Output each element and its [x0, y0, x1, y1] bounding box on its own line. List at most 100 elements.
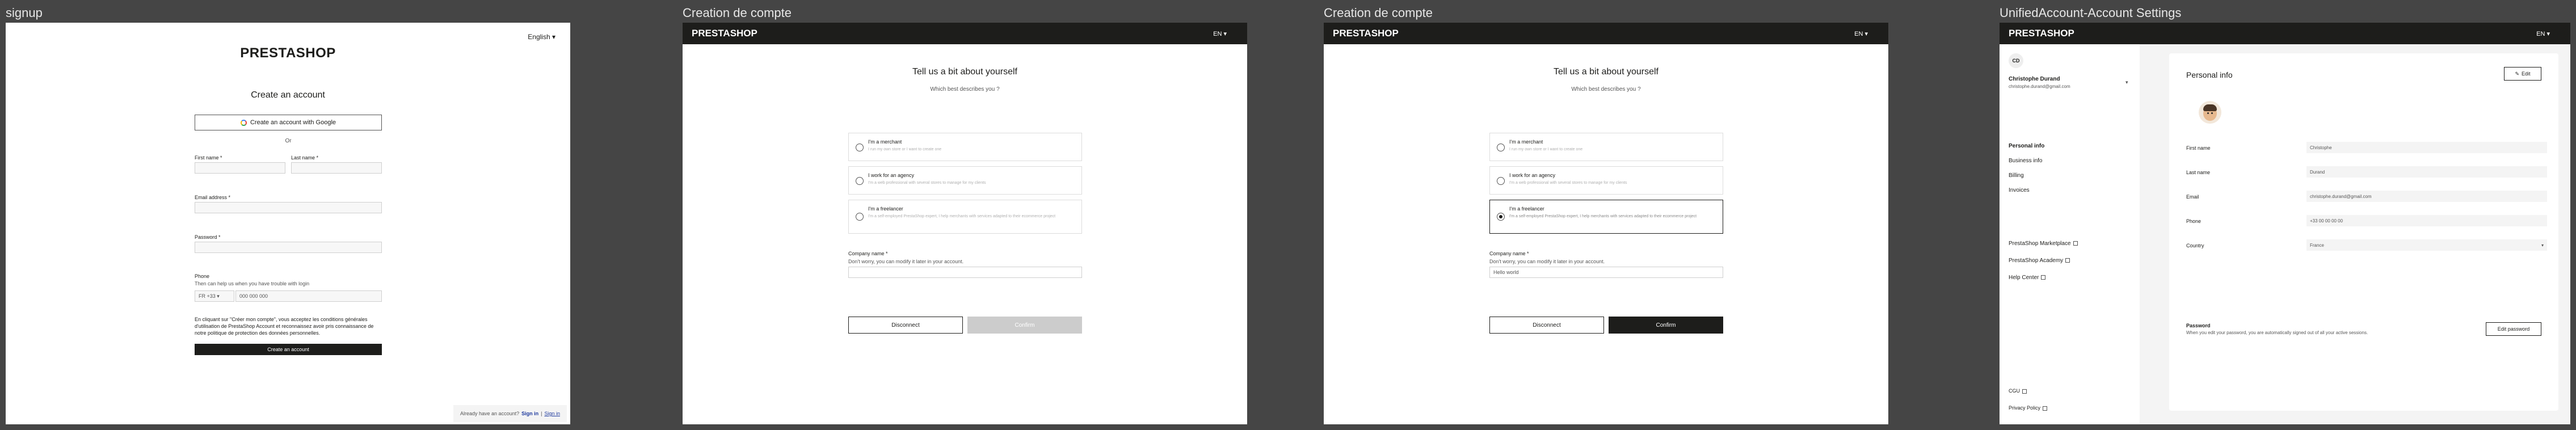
pencil-icon: ✎ — [2515, 70, 2520, 77]
footer-question: Already have an account? — [460, 411, 520, 416]
consent-text: En cliquant sur "Créer mon compte", vous… — [195, 317, 374, 336]
sidebar-item-invoices[interactable]: Invoices — [2009, 187, 2030, 193]
create-account-button[interactable]: Create an account — [195, 344, 382, 355]
option-merchant[interactable]: I'm a merchant I run my own store or I w… — [1489, 133, 1723, 161]
top-bar: PRESTASHOP EN ▾ — [2000, 23, 2570, 44]
edit-button-label: Edit — [2522, 71, 2531, 77]
sidebar-item-billing[interactable]: Billing — [2009, 172, 2024, 179]
field-value-email: christophe.durand@gmail.com — [2306, 191, 2547, 202]
company-name-hint: Don't worry, you can modify it later in … — [848, 259, 964, 264]
first-name-field[interactable] — [195, 162, 285, 174]
field-value-phone: +33 00 00 00 00 — [2306, 215, 2547, 226]
sidebar-item-personal-info[interactable]: Personal info — [2009, 143, 2044, 149]
field-label-email: Email — [2186, 194, 2199, 200]
radio-button[interactable] — [1497, 144, 1505, 151]
link-marketplace[interactable]: PrestaShop Marketplace — [2009, 241, 2078, 247]
option-merchant[interactable]: I'm a merchant I run my own store or I w… — [848, 133, 1082, 161]
google-signup-button[interactable]: Create an account with Google — [195, 115, 382, 130]
option-title: I'm a merchant — [1509, 139, 1543, 145]
company-name-hint: Don't worry, you can modify it later in … — [1489, 259, 1605, 264]
footer-sign-in-link[interactable]: Sign in — [521, 411, 538, 416]
frame-label-signup: signup — [6, 6, 43, 20]
company-name-value: Hello world — [1493, 269, 1519, 275]
radio-button[interactable] — [1497, 177, 1505, 185]
brand-logo: PRESTASHOP — [240, 45, 336, 61]
option-description: I'm a web professional with several stor… — [868, 181, 986, 185]
link-privacy-policy[interactable]: Privacy Policy — [2009, 405, 2048, 411]
link-label: PrestaShop Academy — [2009, 258, 2064, 264]
company-name-field[interactable]: Hello world — [1489, 267, 1723, 278]
option-description: I'm a self-employed PrestaShop expert, I… — [868, 214, 1056, 218]
link-label: Help Center — [2009, 275, 2039, 281]
avatar: CD — [2009, 53, 2023, 68]
company-name-label: Company name * — [1489, 251, 1529, 256]
sidebar-item-business-info[interactable]: Business info — [2009, 158, 2042, 164]
option-description: I'm a web professional with several stor… — [1509, 181, 1627, 185]
language-selector[interactable]: English ▾ — [528, 33, 555, 41]
phone-country-select[interactable]: FR +33 ▾ — [195, 290, 234, 302]
edit-button[interactable]: ✎ Edit — [2504, 67, 2541, 81]
option-freelancer[interactable]: I'm a freelancer I'm a self-employed Pre… — [848, 200, 1082, 234]
language-selector[interactable]: EN ▾ — [1854, 30, 1868, 37]
language-selector[interactable]: EN ▾ — [1213, 30, 1227, 37]
last-name-label: Last name * — [291, 155, 319, 161]
password-field[interactable] — [195, 242, 382, 253]
phone-hint: Then can help us when you have trouble w… — [195, 281, 310, 286]
edit-password-button[interactable]: Edit password — [2486, 322, 2541, 336]
external-link-icon — [2073, 241, 2078, 246]
google-icon — [240, 119, 247, 126]
avatar-eye — [2207, 112, 2209, 114]
last-name-field[interactable] — [291, 162, 382, 174]
or-separator: Or — [285, 138, 292, 144]
option-agency[interactable]: I work for an agency I'm a web professio… — [848, 166, 1082, 195]
frame-label-creation-1: Creation de compte — [683, 6, 792, 20]
password-label: Password * — [195, 234, 221, 240]
main-content: Personal info ✎ Edit First name Christop… — [2140, 44, 2570, 424]
user-name: Christophe Durand — [2009, 76, 2060, 82]
user-email: christophe.durand@gmail.com — [2009, 84, 2070, 89]
link-help-center[interactable]: Help Center — [2009, 275, 2046, 281]
field-label-last-name: Last name — [2186, 170, 2211, 175]
creation-frame-empty: PRESTASHOP EN ▾ Tell us a bit about your… — [683, 23, 1247, 424]
radio-button[interactable] — [856, 144, 864, 151]
disconnect-button[interactable]: Disconnect — [848, 317, 963, 334]
footer-sign-up-link[interactable]: Sign in — [544, 411, 560, 416]
radio-button-selected[interactable] — [1497, 213, 1505, 221]
radio-button[interactable] — [856, 177, 864, 185]
password-hint: When you edit your password, you are aut… — [2186, 330, 2368, 335]
confirm-button[interactable]: Confirm — [1609, 317, 1723, 334]
sidebar: CD Christophe Durand christophe.durand@g… — [2000, 44, 2140, 424]
link-cgu[interactable]: CGU — [2009, 388, 2027, 394]
confirm-button[interactable]: Confirm — [967, 317, 1082, 334]
link-label: CGU — [2009, 388, 2020, 394]
field-label-country: Country — [2186, 243, 2204, 248]
company-name-field[interactable] — [848, 267, 1082, 278]
profile-avatar — [2199, 101, 2221, 124]
field-label-first-name: First name — [2186, 145, 2211, 151]
page-title: Create an account — [251, 90, 325, 100]
brand-logo: PRESTASHOP — [692, 28, 757, 39]
avatar-hair — [2203, 104, 2217, 111]
option-agency[interactable]: I work for an agency I'm a web professio… — [1489, 166, 1723, 195]
phone-number-field[interactable]: 000 000 000 — [235, 290, 382, 302]
page-subtitle: Which best describes you ? — [930, 86, 1000, 92]
option-description: I'm a self-employed PrestaShop expert, I… — [1509, 214, 1697, 218]
disconnect-button[interactable]: Disconnect — [1489, 317, 1604, 334]
chevron-down-icon[interactable]: ▾ — [2125, 79, 2128, 86]
link-academy[interactable]: PrestaShop Academy — [2009, 258, 2070, 264]
footer-separator: | — [541, 411, 542, 416]
frame-label-creation-2: Creation de compte — [1324, 6, 1433, 20]
option-freelancer[interactable]: I'm a freelancer I'm a self-employed Pre… — [1489, 200, 1723, 234]
link-label: Privacy Policy — [2009, 405, 2041, 411]
option-title: I'm a freelancer — [868, 206, 903, 212]
option-title: I'm a merchant — [868, 139, 902, 145]
email-field[interactable] — [195, 202, 382, 213]
brand-logo: PRESTASHOP — [1333, 28, 1399, 39]
language-selector[interactable]: EN ▾ — [2536, 30, 2550, 37]
country-select[interactable]: France ▾ — [2306, 239, 2547, 251]
option-title: I'm a freelancer — [1509, 206, 1544, 212]
personal-info-card: Personal info ✎ Edit First name Christop… — [2169, 53, 2558, 411]
radio-button[interactable] — [856, 213, 864, 221]
phone-placeholder: 000 000 000 — [239, 293, 268, 299]
google-signup-label: Create an account with Google — [250, 119, 336, 126]
